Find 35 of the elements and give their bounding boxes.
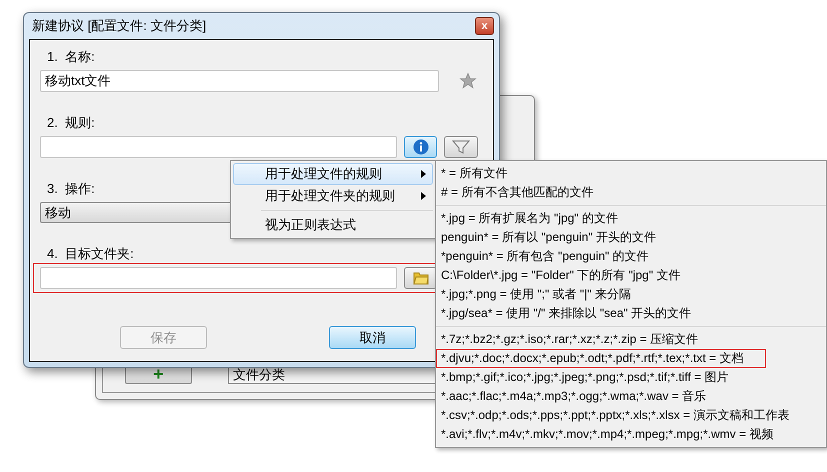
- browse-folder-button[interactable]: [404, 267, 437, 289]
- filter-icon: [452, 140, 470, 154]
- field-label: 4. 目标文件夹:: [47, 246, 134, 262]
- rule-example-item[interactable]: *.7z;*.bz2;*.gz;*.iso;*.rar;*.xz;*.z;*.zip = 压缩文件: [436, 330, 826, 349]
- field-label: 3. 操作:: [47, 181, 95, 197]
- rule-example-item[interactable]: * = 所有文件: [436, 164, 826, 183]
- rule-example-item[interactable]: *.aac;*.flac;*.m4a;*.mp3;*.ogg;*.wma;*.wav = 音乐: [436, 387, 826, 406]
- star-icon[interactable]: [459, 72, 477, 90]
- close-button[interactable]: x: [475, 17, 494, 35]
- folder-icon: [412, 271, 428, 285]
- info-button[interactable]: [404, 136, 437, 158]
- rule-example-item[interactable]: *.jpg/sea* = 使用 "/" 来排除以 "sea" 开头的文件: [436, 304, 826, 323]
- menu-item[interactable]: 视为正则表达式: [233, 214, 433, 236]
- submenu-arrow-icon: [421, 192, 426, 200]
- rule-example-item[interactable]: *.avi;*.flv;*.m4v;*.mkv;*.mov;*.mp4;*.mpeg;*.mpg;*.wmv = 视频: [436, 425, 826, 444]
- menu-item[interactable]: 用于处理文件的规则: [233, 163, 433, 185]
- window-title: 新建协议 [配置文件: 文件分类]: [32, 17, 206, 36]
- rule-example-item[interactable]: *.jpg = 所有扩展名为 "jpg" 的文件: [436, 209, 826, 228]
- cancel-button[interactable]: 取消: [329, 326, 416, 349]
- name-field[interactable]: 移动txt文件: [40, 70, 439, 92]
- folder-field[interactable]: [40, 267, 397, 289]
- rule-example-item[interactable]: *.csv;*.odp;*.ods;*.pps;*.ppt;*.pptx;*.xls;*.xlsx = 演示文稿和工作表: [436, 406, 826, 425]
- rule-example-item[interactable]: penguin* = 所有以 "penguin" 开头的文件: [436, 228, 826, 247]
- filter-button[interactable]: [444, 136, 478, 158]
- field-label: 1. 名称:: [47, 49, 95, 65]
- rule-example-item[interactable]: C:\Folder\*.jpg = "Folder" 下的所有 "jpg" 文件: [436, 266, 826, 285]
- rule-example-item[interactable]: *penguin* = 所有包含 "penguin" 的文件: [436, 247, 826, 266]
- rule-example-item[interactable]: *.jpg;*.png = 使用 ";" 或者 "|" 来分隔: [436, 285, 826, 304]
- rule-example-item[interactable]: *.djvu;*.doc;*.docx;*.epub;*.odt;*.pdf;*.rtf;*.tex;*.txt = 文档: [436, 349, 766, 368]
- menu-item[interactable]: 用于处理文件夹的规则: [233, 185, 433, 207]
- field-label: 2. 规则:: [47, 115, 95, 131]
- submenu-arrow-icon: [421, 170, 426, 178]
- info-icon: [412, 139, 428, 155]
- rule-example-item[interactable]: # = 所有不含其他匹配的文件: [436, 183, 826, 202]
- rule-field[interactable]: [40, 136, 397, 158]
